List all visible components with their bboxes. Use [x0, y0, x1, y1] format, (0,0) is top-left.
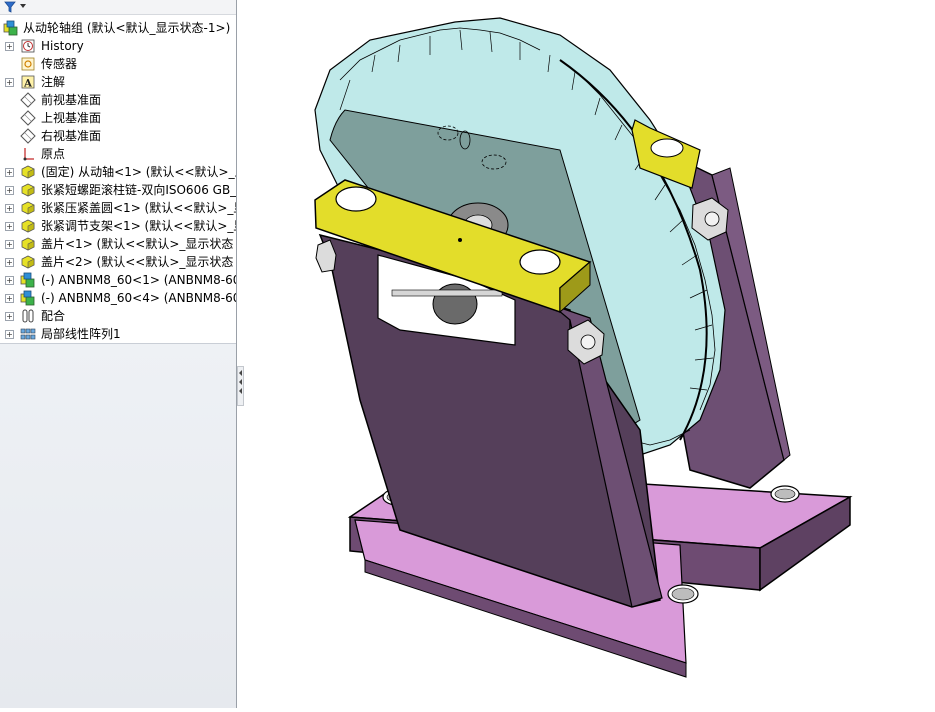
- tree-item[interactable]: + A 注解: [0, 73, 236, 91]
- tree-item-label: (固定) 从动轴<1> (默认<<默认>_显: [41, 165, 237, 179]
- tree-item[interactable]: 上视基准面: [0, 109, 236, 127]
- sensor-icon: [21, 57, 35, 71]
- tree-item-label: 盖片<2> (默认<<默认>_显示状态 1: [41, 255, 237, 269]
- tree-root-assembly[interactable]: 从动轮轴组 (默认<默认_显示状态-1>): [0, 19, 236, 37]
- part-icon: [21, 183, 35, 197]
- tree-item[interactable]: + 配合: [0, 307, 236, 325]
- tree-item[interactable]: + (固定) 从动轴<1> (默认<<默认>_显: [0, 163, 236, 181]
- tree-item-label: History: [41, 39, 84, 53]
- expand-toggle[interactable]: +: [5, 186, 14, 195]
- tree-item-label: 注解: [41, 75, 66, 89]
- tree-item-label: 张紧调节支架<1> (默认<<默认>_显: [41, 219, 237, 233]
- part-icon: [21, 219, 35, 233]
- expand-toggle[interactable]: +: [5, 312, 14, 321]
- part-icon: [21, 165, 35, 179]
- tree-item[interactable]: 传感器: [0, 55, 236, 73]
- expand-toggle[interactable]: +: [5, 168, 14, 177]
- part-icon: [21, 255, 35, 269]
- tree-item[interactable]: + 张紧调节支架<1> (默认<<默认>_显: [0, 217, 236, 235]
- assembly-model-view[interactable]: [238, 0, 935, 708]
- tree-item-label: 前视基准面: [41, 93, 102, 107]
- tree-item[interactable]: 前视基准面: [0, 91, 236, 109]
- tree-item-label: 上视基准面: [41, 111, 102, 125]
- expand-toggle[interactable]: +: [5, 78, 14, 87]
- tree-item-label: 局部线性阵列1: [41, 327, 121, 341]
- expand-toggle[interactable]: +: [5, 276, 14, 285]
- tree-item-label: (-) ANBNM8_60<1> (ANBNM8-60: [41, 273, 237, 287]
- graphics-viewport[interactable]: [238, 0, 935, 708]
- mates-icon: [22, 309, 34, 323]
- tree-item-label: 右视基准面: [41, 129, 102, 143]
- tree-item[interactable]: + 张紧短螺距滚柱链-双向ISO606 GB_: [0, 181, 236, 199]
- tree-filter-bar: [0, 0, 236, 15]
- expand-toggle[interactable]: +: [5, 42, 14, 51]
- history-icon: [21, 39, 35, 53]
- filter-icon[interactable]: [4, 1, 16, 13]
- tree-item[interactable]: + 张紧压紧盖圆<1> (默认<<默认>_显: [0, 199, 236, 217]
- subassembly-icon: [20, 290, 35, 306]
- expand-toggle[interactable]: +: [5, 294, 14, 303]
- part-icon: [21, 237, 35, 251]
- tree-item-label: 盖片<1> (默认<<默认>_显示状态 1: [41, 237, 237, 251]
- tree-item-label: 传感器: [41, 57, 78, 71]
- expand-toggle[interactable]: +: [5, 240, 14, 249]
- expand-toggle[interactable]: +: [5, 222, 14, 231]
- tree-item[interactable]: + 盖片<2> (默认<<默认>_显示状态 1: [0, 253, 236, 271]
- expand-toggle[interactable]: +: [5, 258, 14, 267]
- tree-item-label: (-) ANBNM8_60<4> (ANBNM8-60: [41, 291, 237, 305]
- tree-item[interactable]: 原点: [0, 145, 236, 163]
- linear-pattern-icon: [20, 328, 36, 340]
- expand-toggle[interactable]: +: [5, 330, 14, 339]
- plane-icon: [20, 128, 36, 144]
- tree-item[interactable]: + (-) ANBNM8_60<4> (ANBNM8-60: [0, 289, 236, 307]
- tree-item[interactable]: 右视基准面: [0, 127, 236, 145]
- tree-item[interactable]: + 局部线性阵列1: [0, 325, 236, 343]
- origin-icon: [23, 148, 34, 161]
- plane-icon: [20, 92, 36, 108]
- svg-text:A: A: [23, 79, 32, 90]
- filter-dropdown-arrow[interactable]: [20, 4, 26, 8]
- expand-toggle[interactable]: +: [5, 204, 14, 213]
- plane-icon: [20, 110, 36, 126]
- tree-item-label: 原点: [41, 147, 66, 161]
- annotation-icon: A: [21, 75, 35, 90]
- tree-item-label: 张紧短螺距滚柱链-双向ISO606 GB_: [41, 183, 237, 197]
- tree-item[interactable]: + History: [0, 37, 236, 55]
- tree-item[interactable]: + 盖片<1> (默认<<默认>_显示状态 1: [0, 235, 236, 253]
- tree-item-label: 张紧压紧盖圆<1> (默认<<默认>_显: [41, 201, 237, 215]
- tree-root-label: 从动轮轴组 (默认<默认_显示状态-1>): [23, 21, 231, 35]
- feature-manager-tree: 从动轮轴组 (默认<默认_显示状态-1>) + History 传感器 + A 注解前视基…: [0, 0, 237, 708]
- assembly-icon: [3, 20, 18, 36]
- tree-empty-area: [0, 343, 236, 708]
- tree-item-label: 配合: [41, 309, 66, 323]
- part-icon: [21, 201, 35, 215]
- subassembly-icon: [20, 272, 35, 288]
- tree-item[interactable]: + (-) ANBNM8_60<1> (ANBNM8-60: [0, 271, 236, 289]
